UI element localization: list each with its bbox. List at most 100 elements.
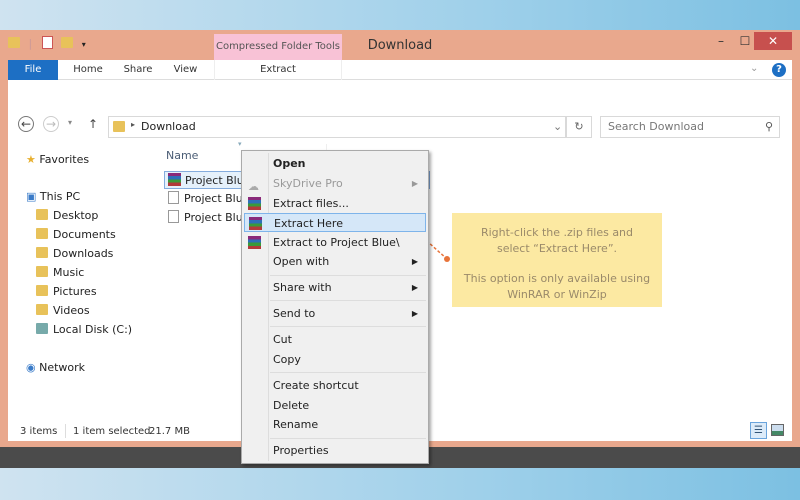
- menu-item-properties[interactable]: Properties: [244, 441, 426, 460]
- sidebar-label: Pictures: [53, 285, 97, 298]
- tab-view[interactable]: View: [163, 60, 208, 80]
- submenu-arrow-icon: ▶: [411, 257, 418, 266]
- details-view-button[interactable]: ☰: [750, 422, 767, 439]
- submenu-arrow-icon: ▶: [411, 283, 418, 292]
- menu-item-rename[interactable]: Rename: [244, 415, 426, 434]
- menu-label: Open: [273, 157, 306, 170]
- instruction-callout: Right-click the .zip files and select “E…: [452, 213, 662, 307]
- status-item-count: 3 items: [20, 426, 58, 437]
- tab-file[interactable]: File: [8, 60, 58, 80]
- menu-label: Open with: [273, 255, 330, 268]
- menu-label: Extract to Project Blue\: [273, 236, 400, 249]
- forward-button[interactable]: →: [43, 116, 59, 132]
- status-selected: 1 item selected: [73, 426, 151, 437]
- folder-icon: [36, 209, 48, 220]
- menu-item-cut[interactable]: Cut: [244, 330, 426, 349]
- menu-separator: [270, 438, 426, 439]
- tab-home[interactable]: Home: [63, 60, 113, 80]
- sidebar-label: This PC: [39, 190, 81, 203]
- search-icon: ⚲: [764, 120, 773, 133]
- sidebar-label: Music: [53, 266, 85, 279]
- menu-item-open[interactable]: Open: [244, 154, 426, 173]
- menu-item-share-with[interactable]: Share with ▶: [244, 278, 426, 297]
- menu-label: Delete: [273, 399, 310, 412]
- menu-item-send-to[interactable]: Send to ▶: [244, 304, 426, 323]
- sidebar-item-desktop[interactable]: Desktop: [36, 207, 98, 225]
- menu-label: Extract files...: [273, 197, 349, 210]
- sidebar-item-music[interactable]: Music: [36, 264, 84, 282]
- large-icons-view-button[interactable]: [771, 424, 784, 436]
- menu-separator: [270, 300, 426, 301]
- window-title: Download: [367, 38, 433, 53]
- submenu-arrow-icon: ▶: [411, 179, 418, 188]
- refresh-button[interactable]: ↻: [566, 116, 592, 138]
- menu-item-open-with[interactable]: Open with ▶: [244, 252, 426, 271]
- sidebar-label: Videos: [53, 304, 90, 317]
- menu-label: Send to: [273, 307, 316, 320]
- folder-icon: [113, 121, 125, 132]
- navigation-pane: ★ Favorites ▣ This PC Desktop Documents …: [8, 150, 158, 410]
- tab-extract[interactable]: Extract: [214, 60, 342, 80]
- file-row[interactable]: Project Blue: [168, 190, 249, 208]
- menu-item-extract-here[interactable]: Extract Here: [244, 213, 426, 232]
- tab-share[interactable]: Share: [113, 60, 163, 80]
- sidebar-network[interactable]: ◉ Network: [26, 359, 85, 377]
- back-button[interactable]: ←: [18, 116, 34, 132]
- menu-item-skydrive-pro[interactable]: ☁ SkyDrive Pro ▶: [244, 174, 426, 193]
- network-icon: ◉: [26, 361, 36, 374]
- sidebar-item-videos[interactable]: Videos: [36, 302, 90, 320]
- ribbon: File Home Share View Extract ⌄ ?: [8, 60, 792, 80]
- sidebar-label: Downloads: [53, 247, 114, 260]
- menu-label: Extract Here: [274, 217, 343, 230]
- disk-icon: [36, 323, 48, 334]
- menu-label: Copy: [273, 353, 301, 366]
- file-name: Project Blue: [184, 192, 250, 205]
- sidebar-item-local-disk[interactable]: Local Disk (C:): [36, 321, 132, 339]
- winrar-icon: [248, 197, 261, 210]
- up-button[interactable]: ↑: [88, 117, 98, 131]
- menu-item-delete[interactable]: Delete: [244, 396, 426, 415]
- status-divider: [65, 424, 66, 438]
- search-input[interactable]: Search Download ⚲: [600, 116, 780, 138]
- folder-icon: [36, 228, 48, 239]
- submenu-arrow-icon: ▶: [411, 309, 418, 318]
- callout-text: This option is only available using: [463, 272, 651, 285]
- close-button[interactable]: ✕: [754, 32, 792, 50]
- menu-item-copy[interactable]: Copy: [244, 350, 426, 369]
- menu-label: Rename: [273, 418, 319, 431]
- callout-text: select “Extract Here”.: [496, 242, 618, 255]
- address-bar[interactable]: ▸ Download ⌄: [108, 116, 566, 138]
- column-header-name[interactable]: Name: [166, 149, 198, 162]
- help-icon[interactable]: ?: [772, 63, 786, 77]
- sidebar-item-downloads[interactable]: Downloads: [36, 245, 113, 263]
- menu-label: Create shortcut: [273, 379, 359, 392]
- menu-label: Share with: [273, 281, 332, 294]
- menu-item-extract-files[interactable]: Extract files...: [244, 194, 426, 213]
- folder-icon: [36, 304, 48, 315]
- file-icon: [168, 191, 179, 204]
- file-row[interactable]: Project Blue: [168, 209, 249, 227]
- sidebar-label: Desktop: [53, 209, 99, 222]
- address-dropdown-icon[interactable]: ⌄: [553, 120, 562, 133]
- recent-locations-icon[interactable]: ▾: [68, 118, 72, 127]
- sidebar-label: Network: [39, 361, 86, 374]
- folder-icon: [36, 247, 48, 258]
- expand-ribbon-icon[interactable]: ⌄: [750, 63, 758, 74]
- sidebar-label: Local Disk (C:): [53, 323, 133, 336]
- callout-text: Right-click the .zip files and: [480, 226, 634, 239]
- winrar-icon: [248, 236, 261, 249]
- sidebar-item-documents[interactable]: Documents: [36, 226, 116, 244]
- sidebar-favorites[interactable]: ★ Favorites: [26, 151, 89, 169]
- sidebar-this-pc[interactable]: ▣ This PC: [26, 188, 80, 206]
- sidebar-item-pictures[interactable]: Pictures: [36, 283, 97, 301]
- menu-label: SkyDrive Pro: [273, 177, 343, 190]
- sidebar-label: Favorites: [39, 153, 90, 166]
- callout-spacer: [452, 257, 662, 271]
- menu-item-create-shortcut[interactable]: Create shortcut: [244, 376, 426, 395]
- folder-icon: [36, 285, 48, 296]
- context-menu: Open ☁ SkyDrive Pro ▶ Extract files... Ext…: [241, 150, 429, 464]
- winrar-archive-icon: [168, 173, 181, 186]
- status-size: 21.7 MB: [149, 426, 190, 437]
- breadcrumb-download[interactable]: Download: [141, 120, 196, 133]
- menu-item-extract-to[interactable]: Extract to Project Blue\: [244, 233, 426, 252]
